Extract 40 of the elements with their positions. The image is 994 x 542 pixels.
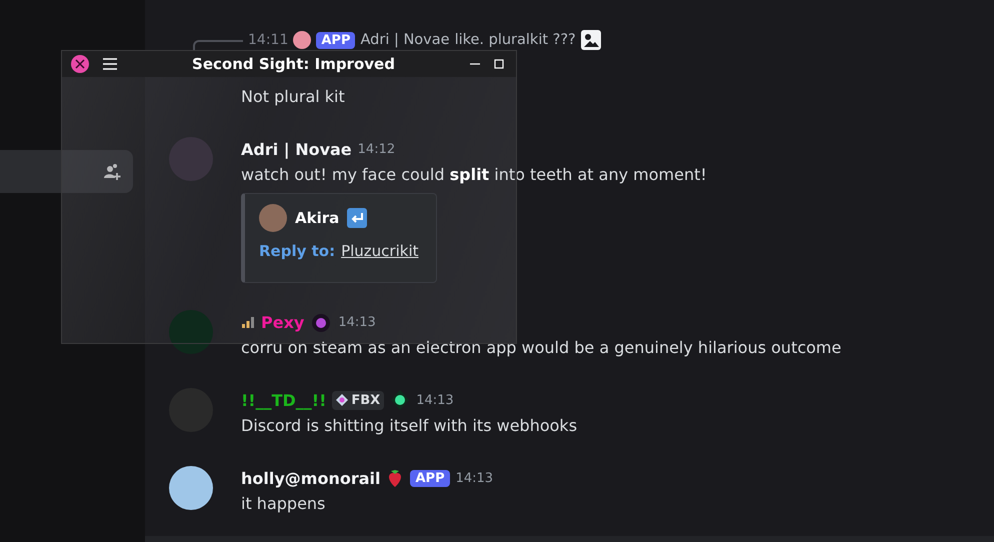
avatar[interactable]: [293, 31, 312, 49]
message-text: Not plural kit: [241, 86, 346, 108]
message-text: it happens: [241, 493, 326, 515]
maximize-button[interactable]: [494, 59, 504, 69]
close-icon: [75, 59, 85, 69]
author-name[interactable]: Pexy: [261, 312, 304, 332]
embed-author: Akira: [295, 209, 340, 227]
reply-author[interactable]: Adri | Novae: [360, 32, 450, 48]
embed-label: Reply to:: [259, 242, 336, 260]
window-title: Second Sight: Improved: [191, 55, 396, 73]
maximize-icon: [494, 59, 504, 69]
menu-button[interactable]: [103, 58, 117, 70]
signal-bars-icon: [241, 316, 255, 328]
message-text: Discord is shitting itself with its webhooks: [241, 415, 578, 437]
author-name[interactable]: Adri | Novae: [241, 140, 352, 158]
menu-icon: [103, 58, 117, 70]
server-tag: FBX: [332, 390, 384, 410]
minimize-icon: [470, 63, 480, 65]
timestamp: 14:13: [416, 392, 454, 408]
author-name[interactable]: holly@monorail: [241, 468, 380, 488]
minimize-button[interactable]: [470, 63, 480, 65]
add-friend-icon: [103, 162, 121, 180]
app-badge: APP: [410, 470, 450, 486]
emoji-icon: [310, 311, 332, 333]
emoji-icon: [390, 389, 410, 411]
image-icon: [580, 30, 601, 50]
avatar: [259, 204, 287, 232]
reply-text[interactable]: like. pluralkit ???: [454, 32, 576, 48]
timestamp: 14:13: [456, 470, 494, 486]
message-text: watch out! my face could split into teeth at any moment!: [241, 164, 708, 186]
app-badge: APP: [316, 32, 356, 48]
timestamp: 14:13: [338, 314, 376, 330]
close-button[interactable]: [71, 55, 89, 73]
timestamp: 14:12: [358, 142, 396, 156]
author-name[interactable]: !!__TD__!!: [241, 390, 326, 410]
message-text: corru on steam as an electron app would be a genuinely hilarious outcome: [241, 337, 842, 359]
diamond-icon: [336, 394, 348, 406]
embed-link[interactable]: Pluzucrikit: [341, 242, 418, 260]
avatar[interactable]: [169, 466, 213, 510]
timestamp: 14:11: [248, 32, 288, 48]
